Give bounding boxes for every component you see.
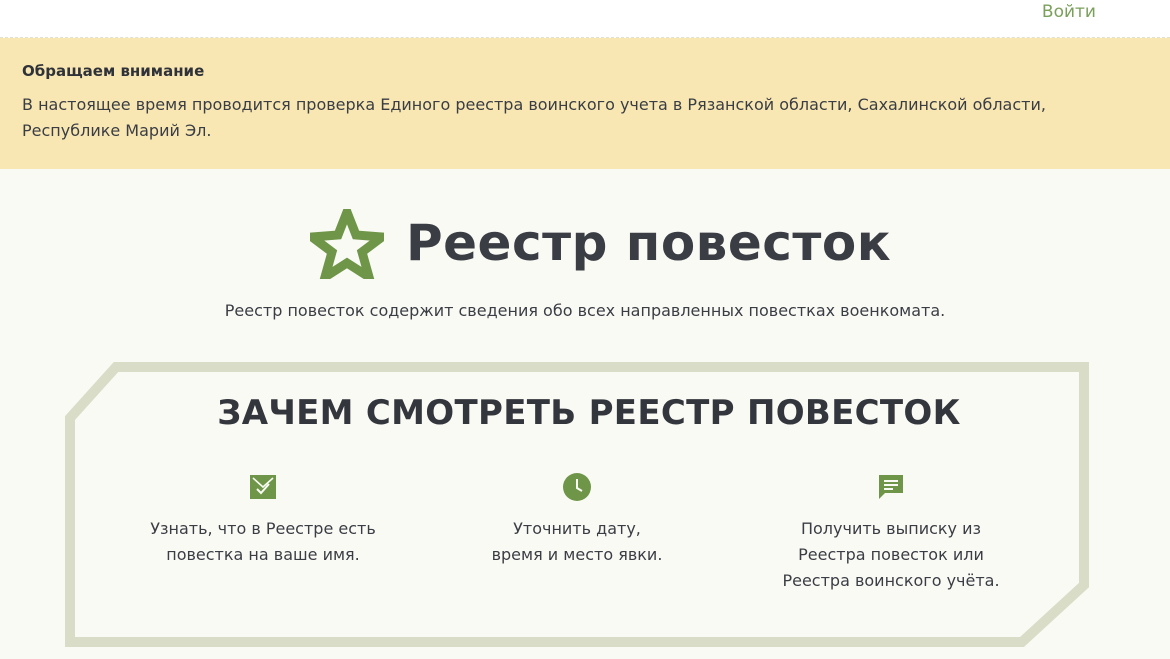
login-link[interactable]: Войти: [1042, 2, 1096, 22]
feature-text-line: Реестра воинского учёта.: [782, 571, 1000, 590]
feature-item-date: Уточнить дату, время и место явки.: [427, 472, 727, 568]
hero: Реестр повесток: [0, 205, 1170, 285]
army-star-icon: [310, 209, 384, 279]
top-bar: Войти: [0, 0, 1170, 38]
feature-text-line: время и место явки.: [491, 545, 663, 564]
checkmark-mail-icon: [250, 475, 276, 499]
feature-text-line: Узнать, что в Реестре есть: [150, 519, 376, 538]
why-section-title: ЗАЧЕМ СМОТРЕТЬ РЕЕСТР ПОВЕСТОК: [217, 393, 961, 433]
page-title: Реестр повесток: [406, 214, 892, 272]
feature-item-extract: Получить выписку из Реестра повесток или…: [741, 472, 1041, 594]
notice-banner: Обращаем внимание В настоящее время пров…: [0, 38, 1170, 169]
clock-icon: [563, 473, 591, 501]
feature-text-line: Уточнить дату,: [513, 519, 641, 538]
feature-text-line: Реестра повесток или: [798, 545, 984, 564]
notice-text: В настоящее время проводится проверка Ед…: [22, 95, 1046, 140]
page-subtitle: Реестр повесток содержит сведения обо вс…: [224, 301, 946, 320]
feature-text-line: повестка на ваше имя.: [166, 545, 360, 564]
message-icon: [879, 475, 903, 499]
notice-title: Обращаем внимание: [22, 62, 205, 80]
feature-text-line: Получить выписку из: [800, 519, 982, 538]
feature-item-notice: Узнать, что в Реестре есть повестка на в…: [113, 472, 413, 568]
